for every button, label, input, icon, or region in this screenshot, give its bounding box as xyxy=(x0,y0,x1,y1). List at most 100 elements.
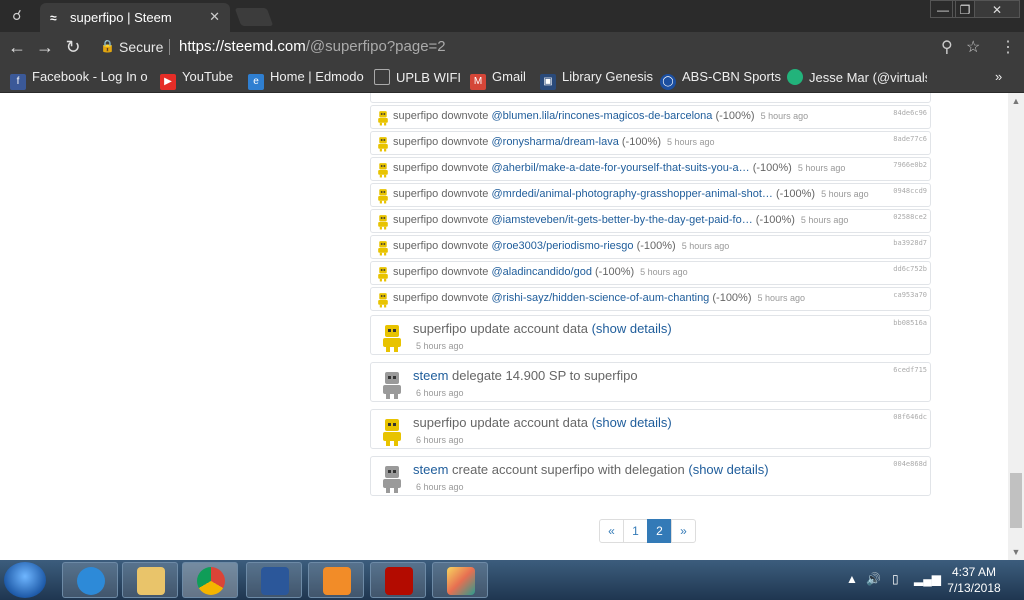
op-post-link[interactable]: @blumen.lila/rincones-magicos-de-barcelo… xyxy=(491,110,712,122)
op-text: create account superfipo with delegation xyxy=(452,462,685,477)
op-hash[interactable]: ba3928d7 xyxy=(893,239,927,247)
page-icon xyxy=(374,69,390,85)
youtube-icon: ▶ xyxy=(160,74,176,90)
scroll-down-icon[interactable]: ▼ xyxy=(1008,544,1024,560)
internet-explorer-icon xyxy=(77,567,105,595)
taskbar-media-player[interactable] xyxy=(308,562,364,598)
op-time: 5 hours ago xyxy=(416,341,464,351)
op-hash[interactable]: bb08516a xyxy=(893,319,927,327)
op-actor[interactable]: steem xyxy=(413,368,448,383)
new-tab-button[interactable] xyxy=(234,8,274,26)
bookmark-uplb-wifi[interactable]: UPLB WIFI xyxy=(374,69,461,85)
bookmark-abs-cbn[interactable]: ◯ ABS-CBN Sports xyxy=(660,69,781,90)
taskbar-clock[interactable]: 4:37 AM 7/13/2018 xyxy=(942,564,1006,596)
op-actor: superfipo xyxy=(393,266,439,278)
browser-tab[interactable]: ≈ superfipo | Steem ✕ xyxy=(40,3,230,32)
start-button[interactable] xyxy=(4,562,46,598)
menu-dots-icon[interactable]: ⋮ xyxy=(1000,37,1016,57)
pagination-prev[interactable]: « xyxy=(599,519,624,543)
op-text: delegate 14.900 SP to superfipo xyxy=(452,368,638,383)
battery-icon[interactable]: ▯ xyxy=(892,572,899,586)
show-hidden-icons-icon[interactable]: ▲ xyxy=(846,572,858,586)
bookmark-youtube[interactable]: ▶ YouTube xyxy=(160,69,233,90)
op-post-link[interactable]: @roe3003/periodismo-riesgo xyxy=(491,240,633,252)
op-hash[interactable]: 7966e0b2 xyxy=(893,161,927,169)
list-item: superfipo downvote @mrdedi/animal-photog… xyxy=(370,183,931,207)
op-hash[interactable]: 8ade77c6 xyxy=(893,135,927,143)
zoom-icon[interactable]: ⚲ xyxy=(941,37,953,57)
back-icon[interactable]: ← xyxy=(6,36,28,58)
robot-avatar-icon xyxy=(377,136,389,152)
taskbar-word[interactable] xyxy=(246,562,302,598)
op-post-link[interactable]: @aherbil/make-a-date-for-yourself-that-s… xyxy=(491,162,749,174)
op-hash[interactable]: 0948ccd9 xyxy=(893,187,927,195)
taskbar-chrome[interactable] xyxy=(182,562,238,598)
op-weight: (-100%) xyxy=(595,266,635,278)
robot-avatar-icon xyxy=(377,240,389,256)
op-hash[interactable]: ca953a70 xyxy=(893,291,927,299)
vertical-scrollbar[interactable]: ▲ ▼ xyxy=(1008,93,1024,560)
volume-icon[interactable]: 🔊 xyxy=(866,572,881,586)
pagination-page-1[interactable]: 1 xyxy=(623,519,648,543)
op-weight: (-100%) xyxy=(621,136,661,148)
op-post-link[interactable]: @aladincandido/god xyxy=(491,266,591,278)
taskbar-acrobat[interactable] xyxy=(370,562,426,598)
pagination-next[interactable]: » xyxy=(671,519,696,543)
bookmark-library-genesis[interactable]: ▣ Library Genesis xyxy=(540,69,653,90)
show-details-link[interactable]: (show details) xyxy=(592,321,672,336)
op-hash[interactable]: dd6c752b xyxy=(893,265,927,273)
reload-icon[interactable]: ↻ xyxy=(62,36,84,58)
op-time: 5 hours ago xyxy=(800,215,849,225)
robot-avatar-icon xyxy=(377,292,389,308)
op-actor: superfipo xyxy=(393,240,439,252)
more-bookmarks-icon[interactable]: » xyxy=(995,69,1002,84)
bookmark-facebook[interactable]: f Facebook - Log In o xyxy=(10,69,148,90)
close-window-button[interactable]: ✕ xyxy=(974,0,1020,18)
op-hash[interactable]: 08f646dc xyxy=(893,413,927,421)
op-actor: superfipo xyxy=(413,415,467,430)
op-time: 5 hours ago xyxy=(667,137,715,147)
bookmark-star-icon[interactable]: ☆ xyxy=(966,37,980,57)
op-post-link[interactable]: @ronysharma/dream-lava xyxy=(491,136,618,148)
robot-avatar-icon xyxy=(377,266,389,282)
taskbar-file-explorer[interactable] xyxy=(122,562,178,598)
pagination-page-2[interactable]: 2 xyxy=(647,519,672,543)
op-actor[interactable]: steem xyxy=(413,462,448,477)
forward-icon[interactable]: → xyxy=(34,36,56,58)
bookmark-edmodo[interactable]: e Home | Edmodo xyxy=(248,69,364,90)
op-time: 6 hours ago xyxy=(416,388,464,398)
bookmark-gmail[interactable]: M Gmail xyxy=(470,69,526,90)
edmodo-icon: e xyxy=(248,74,264,90)
close-tab-icon[interactable]: ✕ xyxy=(209,9,220,25)
bookmark-jesse-mar[interactable]: Jesse Mar (@virtuals xyxy=(787,69,927,85)
list-item: superfipo downvote @ronysharma/dream-lav… xyxy=(370,131,931,155)
list-item: superfipo downvote @roe3003/periodismo-r… xyxy=(370,235,931,259)
scroll-up-icon[interactable]: ▲ xyxy=(1008,93,1024,109)
taskbar-internet-explorer[interactable] xyxy=(62,562,118,598)
op-time: 5 hours ago xyxy=(821,189,869,199)
op-hash[interactable]: 02588ce2 xyxy=(893,213,927,221)
taskbar-paint[interactable] xyxy=(432,562,488,598)
op-post-link[interactable]: @rishi-sayz/hidden-science-of-aum-chanti… xyxy=(491,292,709,304)
op-actor: superfipo xyxy=(393,136,439,148)
show-details-link[interactable]: (show details) xyxy=(592,415,672,430)
op-time: 5 hours ago xyxy=(681,241,730,251)
list-item: superfipo downvote @aherbil/make-a-date-… xyxy=(370,157,931,181)
op-actor: superfipo xyxy=(393,188,439,200)
op-post-link[interactable]: @mrdedi/animal-photography-grasshopper-a… xyxy=(491,188,772,200)
show-details-link[interactable]: (show details) xyxy=(688,462,768,477)
op-text: update account data xyxy=(470,415,588,430)
op-actor: superfipo xyxy=(393,162,439,174)
list-item: steem create account superfipo with dele… xyxy=(370,456,931,496)
robot-avatar-icon xyxy=(377,188,389,204)
address-bar[interactable]: https://steemd.com/@superfipo?page=2 xyxy=(179,38,446,55)
list-item: superfipo update account data (show deta… xyxy=(370,315,931,355)
op-hash[interactable]: 004e868d xyxy=(893,460,927,468)
op-hash[interactable]: 6cedf715 xyxy=(893,366,927,374)
op-hash[interactable]: 84de6c96 xyxy=(893,109,927,117)
network-icon[interactable]: ▂▄▆ xyxy=(914,572,941,586)
op-post-link[interactable]: @iamsteveben/it-gets-better-by-the-day-g… xyxy=(491,214,752,226)
op-action: downvote xyxy=(441,162,489,174)
scroll-thumb[interactable] xyxy=(1010,473,1022,528)
op-time: 5 hours ago xyxy=(760,111,809,121)
